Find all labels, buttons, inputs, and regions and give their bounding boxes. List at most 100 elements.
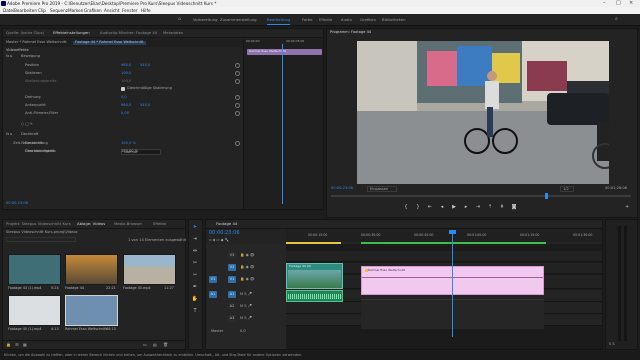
add-button-icon[interactable]: + xyxy=(625,205,629,210)
reset-icon[interactable] xyxy=(235,95,240,100)
menu-item-datei[interactable]: Datei xyxy=(3,8,14,13)
thumbnail-sequence[interactable] xyxy=(65,295,118,326)
maximize-icon[interactable]: □ xyxy=(616,1,621,6)
tab-source[interactable]: Quelle: (keine Clips) xyxy=(6,31,44,35)
thumbnail-footage-45-1[interactable] xyxy=(8,295,61,326)
track-area[interactable]: Footage 44 [V] Rahmel Esso Weltschnitt xyxy=(286,230,602,349)
timeline-playhead-line[interactable] xyxy=(452,232,453,337)
program-playhead[interactable] xyxy=(545,193,548,199)
track-target-a3[interactable]: A3 xyxy=(228,315,236,322)
solo-buttons[interactable]: S S xyxy=(609,342,615,347)
mini-playhead[interactable] xyxy=(282,44,283,204)
track-v3-controls-icons[interactable]: 🔒 ◉ 👁 xyxy=(240,253,254,258)
reset-icon[interactable] xyxy=(235,71,240,76)
tab-metadata[interactable]: Metadaten xyxy=(163,31,183,35)
prop-value-anchor-x[interactable]: 960,0 xyxy=(121,103,131,108)
export-frame-icon[interactable]: ◙ xyxy=(510,203,518,211)
hand-tool-icon[interactable]: ✋ xyxy=(190,297,200,302)
menu-item-bearbeiten[interactable]: Bearbeiten xyxy=(14,8,37,13)
breadcrumb-clip[interactable]: Footage 44 * Rahmel Esso Weltschnitt xyxy=(73,40,146,45)
fit-dropdown[interactable]: Einpassen xyxy=(367,186,397,192)
menu-item-fenster[interactable]: Fenster xyxy=(122,8,138,13)
workspace-bearbeitung[interactable]: Bearbeitung xyxy=(267,18,290,22)
reset-icon[interactable] xyxy=(235,111,240,116)
go-to-out-icon[interactable]: ⇥ xyxy=(474,203,482,211)
extract-icon[interactable]: ⇞ xyxy=(498,203,506,211)
menu-item-ansicht[interactable]: Ansicht xyxy=(104,8,119,13)
prop-value-opacity[interactable]: 100,0 % xyxy=(121,141,136,146)
prop-value-position-x[interactable]: 960,0 xyxy=(121,63,131,68)
mark-in-icon[interactable]: { xyxy=(402,203,410,211)
uniform-scale-checkbox[interactable] xyxy=(121,87,125,91)
effect-controls-timecode[interactable]: 00:00:23:06 xyxy=(6,201,28,206)
workspace-bibliotheken[interactable]: Bibliotheken xyxy=(382,18,406,22)
selection-tool-icon[interactable]: ➤ xyxy=(190,225,200,230)
track-target-v3[interactable]: V3 xyxy=(228,252,236,259)
workspace-audio[interactable]: Audio xyxy=(341,18,352,22)
new-item-icon[interactable]: ▤ xyxy=(153,343,157,347)
pen-tool-icon[interactable]: ✒ xyxy=(190,285,200,290)
clip-audio-footage-44[interactable] xyxy=(286,290,343,302)
program-scrub-bar[interactable] xyxy=(331,195,631,197)
close-icon[interactable]: × xyxy=(629,1,633,6)
search-input[interactable] xyxy=(6,237,76,242)
ripple-edit-tool-icon[interactable]: ⇹ xyxy=(190,249,200,254)
workspace-farbe[interactable]: Farbe xyxy=(302,18,312,22)
program-monitor-title[interactable]: Programm: Footage 44 xyxy=(330,30,371,35)
list-view-icon[interactable]: ☰ xyxy=(15,343,19,347)
mark-out-icon[interactable]: } xyxy=(414,203,422,211)
clip-footage-44[interactable]: Footage 44 [V] xyxy=(286,263,343,289)
track-v2-controls-icons[interactable]: 🔒 ◉ 👁 xyxy=(240,265,254,270)
track-target-v1[interactable]: V1 xyxy=(228,276,236,283)
tab-effects[interactable]: Effekte xyxy=(153,222,166,226)
prop-value-anchor-y[interactable]: 540,0 xyxy=(140,103,150,108)
workspace-effekte[interactable]: Effekte xyxy=(319,18,332,22)
timeline-tool-icons[interactable]: ⊏ ◖ ▭ ◆ 🔧 xyxy=(209,238,229,243)
play-icon[interactable]: ▶ xyxy=(450,203,458,211)
track-a2-controls-icons[interactable]: M S 🎤 xyxy=(240,304,252,309)
master-volume[interactable]: 0,0 xyxy=(240,329,246,334)
lock-icon[interactable]: 🔒 xyxy=(6,343,11,347)
source-patch-a1[interactable]: A1 xyxy=(209,291,217,298)
step-forward-icon[interactable]: ▸ xyxy=(462,203,470,211)
tab-audio-mixer[interactable]: Audioclip-Mischer: Footage 44 xyxy=(100,31,157,35)
type-tool-icon[interactable]: T xyxy=(190,309,200,314)
program-timecode[interactable]: 00:00:23:06 xyxy=(331,186,353,191)
search-icon[interactable]: ⌕ xyxy=(615,17,618,22)
tab-media-browser[interactable]: Media-Browser xyxy=(114,222,142,226)
workspace-zusammenstellung[interactable]: Zusammenstellung xyxy=(220,18,257,22)
slip-tool-icon[interactable]: ⇿ xyxy=(190,273,200,278)
tab-sequence-footage-44[interactable]: Footage 44 xyxy=(216,222,237,226)
workspace-grafiken[interactable]: Grafiken xyxy=(360,18,376,22)
breadcrumb-master[interactable]: Master * Rahmel Esso Weltschnitt xyxy=(6,40,67,45)
trash-icon[interactable]: 🗑 xyxy=(163,343,168,347)
prop-value-position-y[interactable]: 540,0 xyxy=(140,63,150,68)
track-v1-controls-icons[interactable]: 🔒 ◉ 👁 xyxy=(240,277,254,282)
minimize-icon[interactable]: – xyxy=(603,1,606,6)
mask-tool-icons[interactable]: ○ □ ✎ xyxy=(21,122,33,127)
razor-tool-icon[interactable]: ✂ xyxy=(190,261,200,266)
reset-icon[interactable] xyxy=(235,103,240,108)
mini-clip-bar[interactable]: Rahmel Esso Weltschnitt xyxy=(247,49,322,55)
menu-item-clip[interactable]: Clip xyxy=(38,8,46,13)
thumbnail-footage-44[interactable] xyxy=(65,254,118,285)
track-a3-controls-icons[interactable]: M S 🎤 xyxy=(240,316,252,321)
lift-icon[interactable]: ⇡ xyxy=(486,203,494,211)
menu-item-grafiken[interactable]: Grafiken xyxy=(84,8,102,13)
track-select-tool-icon[interactable]: ⇥ xyxy=(190,237,200,242)
track-a1-controls-icons[interactable]: M S 🎤 xyxy=(240,292,252,297)
prop-value-anti-flicker[interactable]: 0,00 xyxy=(121,111,129,116)
timeline-ruler[interactable]: 00:00:15:00 00:00:30:00 00:00:45:00 00:0… xyxy=(286,229,602,242)
track-target-a1[interactable]: A1 xyxy=(228,291,236,298)
reset-icon[interactable] xyxy=(235,141,240,146)
menu-item-hilfe[interactable]: Hilfe xyxy=(141,8,151,13)
prop-value-rotation[interactable]: 0,0 xyxy=(121,95,127,100)
new-bin-icon[interactable]: ▭ xyxy=(143,343,147,347)
program-video-frame[interactable] xyxy=(357,41,609,184)
track-target-v2[interactable]: V2 xyxy=(228,264,236,271)
step-back-icon[interactable]: ◂ xyxy=(438,203,446,211)
go-to-in-icon[interactable]: ⇤ xyxy=(426,203,434,211)
reset-icon[interactable] xyxy=(235,79,240,84)
timeline-playhead-handle[interactable] xyxy=(449,230,456,234)
thumbnail-footage-45[interactable] xyxy=(123,254,176,285)
